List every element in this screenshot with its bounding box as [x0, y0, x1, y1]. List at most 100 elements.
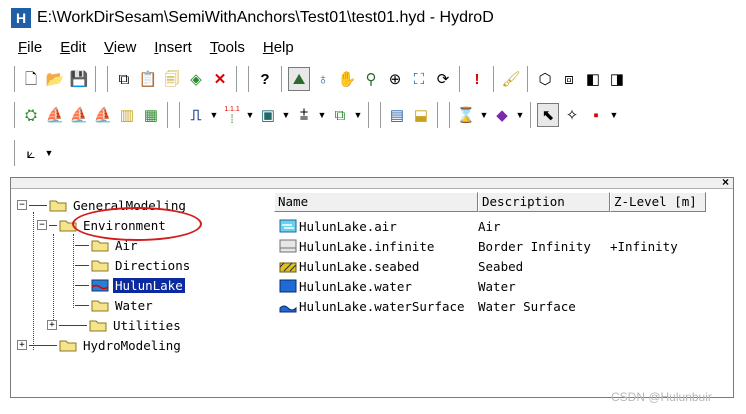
select-area-icon[interactable]: ✧	[561, 103, 583, 127]
tree-node-water[interactable]: Water	[75, 296, 155, 314]
item-description: Water Surface	[478, 298, 576, 314]
toolbar-grip[interactable]	[447, 102, 450, 128]
tree-node-directions[interactable]: Directions	[75, 256, 192, 274]
chevron-down-icon[interactable]: ▼	[280, 103, 292, 127]
browser-panel: × − GeneralModeling − Environment Air Di…	[10, 175, 734, 398]
expand-toggle[interactable]: +	[47, 320, 57, 330]
pick-icon[interactable]: ♁	[312, 67, 334, 91]
save-icon[interactable]: 💾	[68, 67, 90, 91]
column-header-z-level[interactable]: Z-Level [m]	[610, 192, 706, 212]
new-file-icon[interactable]: 🗋	[20, 67, 42, 91]
collapse-toggle[interactable]: −	[17, 200, 27, 210]
chevron-down-icon[interactable]: ▼	[608, 103, 620, 127]
list-item[interactable]: HulunLake.infinite Border Infinity +Infi…	[274, 236, 720, 256]
folder-icon	[89, 320, 107, 331]
tree-label: Water	[115, 297, 153, 313]
toolbar-separator	[167, 102, 169, 128]
settings-icon[interactable]: ⛭	[20, 103, 42, 127]
hydrod-app-icon: H	[11, 8, 31, 28]
document-icon[interactable]: ⬓	[410, 103, 432, 127]
chevron-down-icon[interactable]: ▼	[514, 103, 526, 127]
cube-view-icon[interactable]: ⬡	[534, 67, 556, 91]
tree-branch	[75, 264, 89, 266]
brush-icon[interactable]: 🖌	[500, 67, 522, 91]
copy-model-icon[interactable]: ⧉	[329, 103, 351, 127]
toolbar-grip[interactable]	[378, 102, 381, 128]
tree-connector	[33, 212, 34, 350]
cube-side-icon[interactable]: ◧	[582, 67, 604, 91]
toolbar-grip[interactable]	[105, 66, 108, 92]
column-header-description[interactable]: Description	[478, 192, 610, 212]
zoom-window-icon[interactable]: ⊕	[384, 67, 406, 91]
chevron-down-icon[interactable]: ▼	[478, 103, 490, 127]
cursor-icon[interactable]: ⬉	[537, 103, 559, 127]
delete-icon[interactable]: ✕	[209, 67, 231, 91]
item-name: HulunLake.water	[299, 278, 412, 294]
toolbar-grip[interactable]	[12, 140, 15, 166]
lake-icon	[91, 279, 109, 291]
tree-label: Directions	[115, 257, 191, 273]
vessel-icon[interactable]: ⛵	[44, 103, 66, 127]
tree-node-utilities[interactable]: + Utilities	[47, 316, 183, 334]
tree-node-hydro-modeling[interactable]: + HydroModeling	[17, 336, 183, 354]
colored-grid-icon[interactable]: ▦	[140, 103, 162, 127]
properties-icon[interactable]: 🗐	[161, 67, 183, 91]
cube-front-icon[interactable]: ⧈	[558, 67, 580, 91]
panel-model-icon[interactable]: ▤	[386, 103, 408, 127]
list-item[interactable]: HulunLake.seabed Seabed	[274, 256, 720, 276]
list-item[interactable]: HulunLake.air Air	[274, 216, 720, 236]
menu-help[interactable]: Help	[263, 39, 300, 56]
list-item[interactable]: HulunLake.waterSurface Water Surface	[274, 296, 720, 316]
toolbar-separator	[95, 66, 97, 92]
tree-node-environment[interactable]: − Environment	[37, 216, 168, 234]
menu-file[interactable]: File	[18, 39, 48, 56]
vessel-icon[interactable]: ⛵	[68, 103, 90, 127]
cube-top-icon[interactable]: ◨	[606, 67, 628, 91]
help-icon[interactable]: ?	[254, 67, 276, 91]
chevron-down-icon[interactable]: ▼	[244, 103, 256, 127]
column-header-name[interactable]: Name	[274, 192, 478, 212]
vessel-icon[interactable]: ⛵	[92, 103, 114, 127]
toolbar-grip[interactable]	[12, 66, 15, 92]
chevron-down-icon[interactable]: ▼	[208, 103, 220, 127]
tree-branch	[49, 224, 57, 226]
results-icon[interactable]: ◆	[491, 103, 513, 127]
menu-tools[interactable]: Tools	[210, 39, 251, 56]
anchor-icon[interactable]: ⩲	[293, 103, 315, 127]
list-item[interactable]: HulunLake.water Water	[274, 276, 720, 296]
tree-node-air[interactable]: Air	[75, 236, 140, 254]
chevron-down-icon[interactable]: ▼	[352, 103, 364, 127]
toolbar-grip[interactable]	[246, 66, 249, 92]
select-mode-icon[interactable]: ⛰	[288, 67, 310, 91]
menu-insert[interactable]: Insert	[154, 39, 198, 56]
numbering-icon[interactable]: 1.1.1 ⁞	[221, 103, 243, 127]
menu-edit[interactable]: Edit	[60, 39, 92, 56]
grid-icon[interactable]: ▥	[116, 103, 138, 127]
open-folder-icon[interactable]: 📂	[44, 67, 66, 91]
chevron-down-icon[interactable]: ▼	[43, 141, 55, 165]
axis-icon[interactable]: ⟀	[20, 141, 42, 165]
collapse-toggle[interactable]: −	[37, 220, 47, 230]
layers-icon[interactable]: ◈	[185, 67, 207, 91]
pan-hand-icon[interactable]: ✋	[336, 67, 358, 91]
section-icon[interactable]: ⎍	[185, 103, 207, 127]
tree-node-hulunlake[interactable]: HulunLake	[75, 276, 185, 294]
rotate-icon[interactable]: ⟳	[432, 67, 454, 91]
fit-view-icon[interactable]: ⛶	[408, 67, 430, 91]
mesh-icon[interactable]: ▣	[257, 103, 279, 127]
tree-node-general-modeling[interactable]: − GeneralModeling	[17, 196, 188, 214]
toolbar-grip[interactable]	[177, 102, 180, 128]
toolbar-separator	[236, 66, 238, 92]
hourglass-icon[interactable]: ⌛	[455, 103, 477, 127]
zoom-icon[interactable]: ⚲	[360, 67, 382, 91]
stop-icon[interactable]: ▪	[585, 103, 607, 127]
expand-toggle[interactable]: +	[17, 340, 27, 350]
toolbar-row-modeling: ⛭ ⛵ ⛵ ⛵ ▥ ▦ ⎍ ▼ 1.1.1 ⁞ ▼ ▣ ▼ ⩲ ▼ ⧉ ▼ ▤ ⬓…	[8, 98, 620, 132]
toolbar-grip[interactable]	[12, 102, 15, 128]
paste-icon[interactable]: 📋	[137, 67, 159, 91]
alert-icon[interactable]: !	[466, 67, 488, 91]
copy-icon[interactable]: ⧉	[113, 67, 135, 91]
close-icon[interactable]: ×	[722, 175, 729, 189]
chevron-down-icon[interactable]: ▼	[316, 103, 328, 127]
menu-view[interactable]: View	[104, 39, 142, 56]
